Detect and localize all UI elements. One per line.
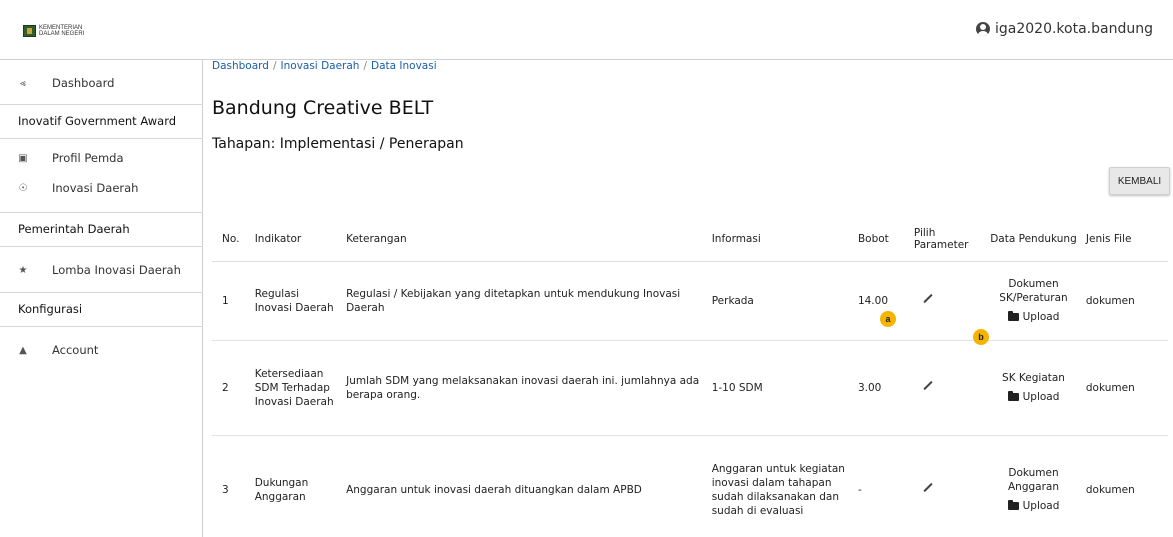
user-menu[interactable]: iga2020.kota.bandung — [976, 21, 1153, 37]
upload-button[interactable]: Upload — [1007, 499, 1060, 513]
logo-line-2: DALAM NEGERI — [39, 31, 85, 37]
cell-data-pendukung: Dokumen SK/Peraturan Upload — [985, 261, 1082, 341]
cell-bobot: 14.00 — [853, 261, 910, 341]
sidebar-item-dashboard[interactable]: ⪡ Dashboard — [0, 68, 203, 98]
user-circle-icon — [976, 22, 990, 36]
cell-keterangan: Regulasi / Kebijakan yang ditetapkan unt… — [342, 261, 708, 341]
upload-button[interactable]: Upload — [1007, 390, 1060, 404]
sidebar-item-account[interactable]: ▲ Account — [0, 338, 203, 362]
person-icon: ▲ — [19, 344, 27, 356]
edit-square-icon: ▣ — [18, 152, 28, 164]
page-title: Bandung Creative BELT — [212, 97, 434, 119]
lightbulb-icon: ☉ — [18, 182, 28, 194]
sidebar-item-profil-pemda[interactable]: ▣ Profil Pemda — [0, 146, 203, 170]
pencil-icon[interactable] — [922, 482, 934, 494]
cell-jenis-file: dokumen — [1081, 340, 1168, 436]
annotation-badge-a: a — [880, 311, 896, 327]
sidebar-item-label: Dashboard — [52, 76, 115, 90]
upload-label: Upload — [1022, 310, 1060, 323]
star-icon: ★ — [18, 264, 28, 276]
indikator-table: No. Indikator Keterangan Informasi Bobot… — [212, 217, 1168, 537]
cell-pilih-parameter — [909, 340, 986, 436]
cell-data-pendukung: SK Kegiatan Upload — [985, 340, 1082, 436]
breadcrumb-data-inovasi[interactable]: Data Inovasi — [371, 60, 437, 72]
sidebar-item-lomba[interactable]: ★ Lomba Inovasi Daerah — [0, 258, 203, 282]
sidebar-section-iga: Inovatif Government Award — [18, 114, 177, 128]
sidebar-section-konfigurasi: Konfigurasi — [18, 302, 83, 316]
upload-label: Upload — [1022, 390, 1060, 403]
header-indikator: Indikator — [250, 217, 343, 262]
table-row: 2 Ketersediaan SDM Terhadap Inovasi Daer… — [212, 340, 1168, 436]
header-bobot: Bobot — [853, 217, 910, 262]
breadcrumb: Dashboard / Inovasi Daerah / Data Inovasi — [212, 60, 437, 72]
cell-indikator: Ketersediaan SDM Terhadap Inovasi Daerah — [250, 340, 343, 436]
main-content: Dashboard / Inovasi Daerah / Data Inovasi Ba… — [204, 60, 1173, 537]
divider — [0, 138, 203, 139]
cell-no: 1 — [212, 261, 251, 341]
top-bar: KEMENTERIAN DALAM NEGERI iga2020.kota.ba… — [0, 0, 1173, 60]
cell-indikator: Regulasi Inovasi Daerah — [250, 261, 343, 341]
emblem-icon — [23, 25, 36, 37]
cell-informasi: Anggaran untuk kegiatan inovasi dalam ta… — [707, 435, 854, 537]
header-data-pendukung: Data Pendukung — [985, 217, 1082, 262]
folder-icon — [1007, 500, 1019, 510]
pencil-icon[interactable] — [922, 380, 934, 392]
data-pendukung-label: Dokumen SK/Peraturan — [999, 277, 1068, 304]
cell-informasi: Perkada — [707, 261, 854, 341]
kemendagri-logo[interactable]: KEMENTERIAN DALAM NEGERI — [23, 23, 84, 39]
breadcrumb-dashboard[interactable]: Dashboard — [212, 60, 269, 72]
cell-bobot: - — [853, 435, 910, 537]
divider — [0, 326, 203, 327]
user-name: iga2020.kota.bandung — [995, 21, 1153, 37]
header-pilih-parameter: Pilih Parameter — [909, 217, 986, 262]
breadcrumb-inovasi-daerah[interactable]: Inovasi Daerah — [281, 60, 360, 72]
sidebar-item-label: Lomba Inovasi Daerah — [52, 263, 181, 277]
folder-icon — [1007, 310, 1019, 321]
divider — [0, 246, 203, 247]
cell-pilih-parameter — [909, 435, 986, 537]
sidebar: ⪡ Dashboard Inovatif Government Award ▣ … — [0, 60, 203, 537]
table-row: 3 Dukungan Anggaran Anggaran untuk inova… — [212, 435, 1168, 537]
page-subtitle: Tahapan: Implementasi / Penerapan — [212, 136, 464, 152]
cell-jenis-file: dokumen — [1081, 261, 1168, 341]
data-pendukung-label: Dokumen Anggaran — [1007, 467, 1059, 493]
table-row: 1 Regulasi Inovasi Daerah Regulasi / Keb… — [212, 261, 1168, 341]
cell-jenis-file: dokumen — [1081, 435, 1168, 537]
folder-icon — [1007, 390, 1019, 401]
cell-no: 2 — [212, 340, 251, 436]
annotation-badge-b: b — [973, 329, 989, 345]
sidebar-item-label: Profil Pemda — [52, 151, 124, 165]
chart-icon: ⪡ — [20, 77, 26, 89]
upload-label: Upload — [1022, 500, 1060, 512]
cell-informasi: 1-10 SDM — [707, 340, 854, 436]
upload-button[interactable]: Upload — [1007, 310, 1060, 324]
cell-data-pendukung: Dokumen Anggaran Upload — [985, 435, 1082, 537]
sidebar-section-pemda: Pemerintah Daerah — [18, 222, 130, 236]
header-jenis-file: Jenis File — [1081, 217, 1168, 262]
table-header-row: No. Indikator Keterangan Informasi Bobot… — [212, 217, 1168, 262]
pencil-icon[interactable] — [922, 293, 934, 305]
cell-no: 3 — [212, 435, 251, 537]
data-pendukung-label: SK Kegiatan — [1002, 371, 1065, 384]
header-informasi: Informasi — [707, 217, 854, 262]
cell-keterangan: Jumlah SDM yang melaksanakan inovasi dae… — [342, 340, 708, 436]
cell-pilih-parameter — [909, 261, 986, 341]
sidebar-item-label: Account — [52, 343, 99, 357]
sidebar-item-inovasi-daerah[interactable]: ☉ Inovasi Daerah — [0, 176, 203, 200]
kembali-button[interactable]: KEMBALI — [1109, 167, 1170, 195]
cell-bobot: 3.00 — [853, 340, 910, 436]
sidebar-item-label: Inovasi Daerah — [52, 181, 139, 195]
cell-indikator: Dukungan Anggaran — [250, 435, 343, 537]
header-keterangan: Keterangan — [342, 217, 708, 262]
cell-keterangan: Anggaran untuk inovasi daerah dituangkan… — [342, 435, 708, 537]
header-no: No. — [212, 217, 251, 262]
